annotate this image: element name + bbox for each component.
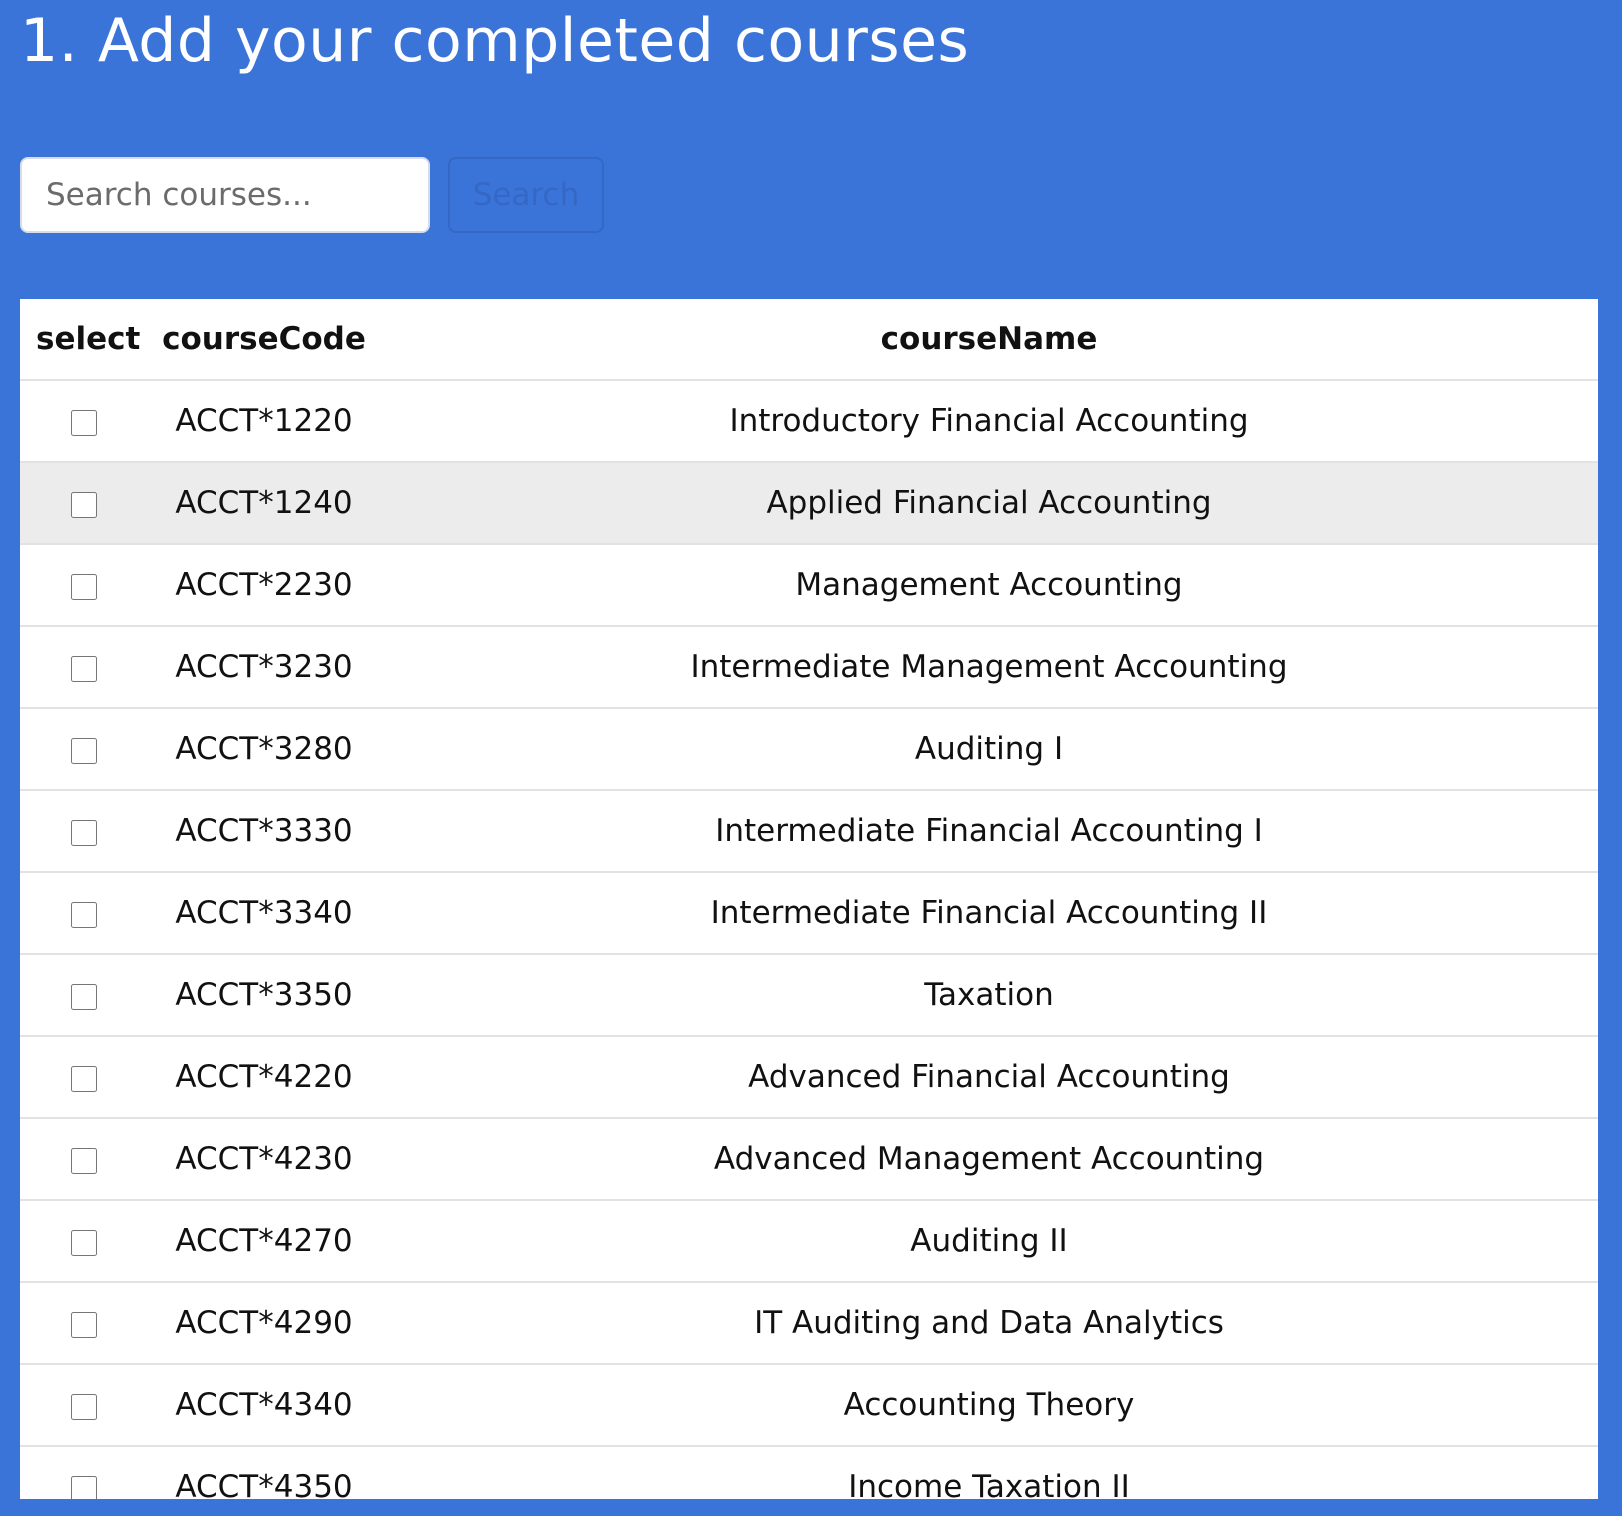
table-body: ACCT*1220 Introductory Financial Accounti… bbox=[20, 380, 1598, 1499]
column-header-course-name: courseName bbox=[380, 299, 1598, 381]
course-name-cell: Income Taxation II bbox=[380, 1446, 1598, 1499]
course-select-checkbox[interactable] bbox=[71, 1393, 97, 1420]
course-code-cell: ACCT*4220 bbox=[148, 1036, 380, 1119]
course-select-checkbox[interactable] bbox=[71, 1229, 97, 1256]
course-name-cell: Introductory Financial Accounting bbox=[380, 380, 1598, 463]
course-select-checkbox[interactable] bbox=[71, 1147, 97, 1174]
course-name-cell: Intermediate Financial Accounting II bbox=[380, 872, 1598, 955]
table-row[interactable]: ACCT*1240 Applied Financial Accounting bbox=[20, 462, 1598, 545]
table-row[interactable]: ACCT*3340 Intermediate Financial Accounti… bbox=[20, 872, 1598, 955]
course-code-cell: ACCT*2230 bbox=[148, 544, 380, 627]
course-code-cell: ACCT*4290 bbox=[148, 1282, 380, 1365]
search-button[interactable]: Search bbox=[448, 157, 604, 233]
table-row[interactable]: ACCT*3330 Intermediate Financial Accounti… bbox=[20, 790, 1598, 873]
course-name-cell: Intermediate Financial Accounting I bbox=[380, 790, 1598, 873]
course-name-cell: Advanced Management Accounting bbox=[380, 1118, 1598, 1201]
select-cell bbox=[20, 626, 148, 709]
course-name-cell: Auditing I bbox=[380, 708, 1598, 791]
course-code-cell: ACCT*4230 bbox=[148, 1118, 380, 1201]
course-select-checkbox[interactable] bbox=[71, 655, 97, 682]
select-cell bbox=[20, 1118, 148, 1201]
course-code-cell: ACCT*3350 bbox=[148, 954, 380, 1037]
page-title: 1. Add your completed courses bbox=[20, 6, 970, 76]
select-cell bbox=[20, 790, 148, 873]
table-row[interactable]: ACCT*2230 Management Accounting bbox=[20, 544, 1598, 627]
course-code-cell: ACCT*3340 bbox=[148, 872, 380, 955]
course-select-checkbox[interactable] bbox=[71, 983, 97, 1010]
course-name-cell: Accounting Theory bbox=[380, 1364, 1598, 1447]
table-row[interactable]: ACCT*3350 Taxation bbox=[20, 954, 1598, 1037]
select-cell bbox=[20, 1200, 148, 1283]
select-cell bbox=[20, 1036, 148, 1119]
course-select-checkbox[interactable] bbox=[71, 1065, 97, 1092]
select-cell bbox=[20, 380, 148, 463]
course-select-checkbox[interactable] bbox=[71, 491, 97, 518]
courses-table: select courseCode courseName ACCT*1220 In… bbox=[20, 299, 1598, 1499]
select-cell bbox=[20, 1446, 148, 1499]
course-name-cell: Intermediate Management Accounting bbox=[380, 626, 1598, 709]
select-cell bbox=[20, 1364, 148, 1447]
course-name-cell: Taxation bbox=[380, 954, 1598, 1037]
course-name-cell: Advanced Financial Accounting bbox=[380, 1036, 1598, 1119]
course-select-checkbox[interactable] bbox=[71, 737, 97, 764]
course-select-checkbox[interactable] bbox=[71, 573, 97, 600]
courses-table-container[interactable]: select courseCode courseName ACCT*1220 In… bbox=[20, 299, 1598, 1499]
select-cell bbox=[20, 462, 148, 545]
column-header-select: select bbox=[20, 299, 148, 381]
course-code-cell: ACCT*3280 bbox=[148, 708, 380, 791]
course-select-checkbox[interactable] bbox=[71, 819, 97, 846]
select-cell bbox=[20, 1282, 148, 1365]
table-row[interactable]: ACCT*4350 Income Taxation II bbox=[20, 1446, 1598, 1499]
select-cell bbox=[20, 708, 148, 791]
table-row[interactable]: ACCT*4220 Advanced Financial Accounting bbox=[20, 1036, 1598, 1119]
course-name-cell: Management Accounting bbox=[380, 544, 1598, 627]
table-header-row: select courseCode courseName bbox=[20, 299, 1598, 381]
course-select-checkbox[interactable] bbox=[71, 1311, 97, 1338]
course-code-cell: ACCT*3230 bbox=[148, 626, 380, 709]
course-name-cell: Auditing II bbox=[380, 1200, 1598, 1283]
table-row[interactable]: ACCT*4230 Advanced Management Accounting bbox=[20, 1118, 1598, 1201]
course-code-cell: ACCT*1240 bbox=[148, 462, 380, 545]
course-code-cell: ACCT*4350 bbox=[148, 1446, 380, 1499]
column-header-course-code: courseCode bbox=[148, 299, 380, 381]
course-code-cell: ACCT*4270 bbox=[148, 1200, 380, 1283]
course-select-checkbox[interactable] bbox=[71, 409, 97, 436]
table-row[interactable]: ACCT*4270 Auditing II bbox=[20, 1200, 1598, 1283]
select-cell bbox=[20, 954, 148, 1037]
course-name-cell: IT Auditing and Data Analytics bbox=[380, 1282, 1598, 1365]
table-row[interactable]: ACCT*4340 Accounting Theory bbox=[20, 1364, 1598, 1447]
course-code-cell: ACCT*3330 bbox=[148, 790, 380, 873]
table-row[interactable]: ACCT*1220 Introductory Financial Accounti… bbox=[20, 380, 1598, 463]
course-code-cell: ACCT*1220 bbox=[148, 380, 380, 463]
table-row[interactable]: ACCT*3280 Auditing I bbox=[20, 708, 1598, 791]
course-code-cell: ACCT*4340 bbox=[148, 1364, 380, 1447]
select-cell bbox=[20, 872, 148, 955]
course-select-checkbox[interactable] bbox=[71, 1475, 97, 1499]
course-select-checkbox[interactable] bbox=[71, 901, 97, 928]
table-row[interactable]: ACCT*4290 IT Auditing and Data Analytics bbox=[20, 1282, 1598, 1365]
search-input[interactable] bbox=[20, 157, 430, 233]
table-row[interactable]: ACCT*3230 Intermediate Management Account… bbox=[20, 626, 1598, 709]
select-cell bbox=[20, 544, 148, 627]
course-name-cell: Applied Financial Accounting bbox=[380, 462, 1598, 545]
